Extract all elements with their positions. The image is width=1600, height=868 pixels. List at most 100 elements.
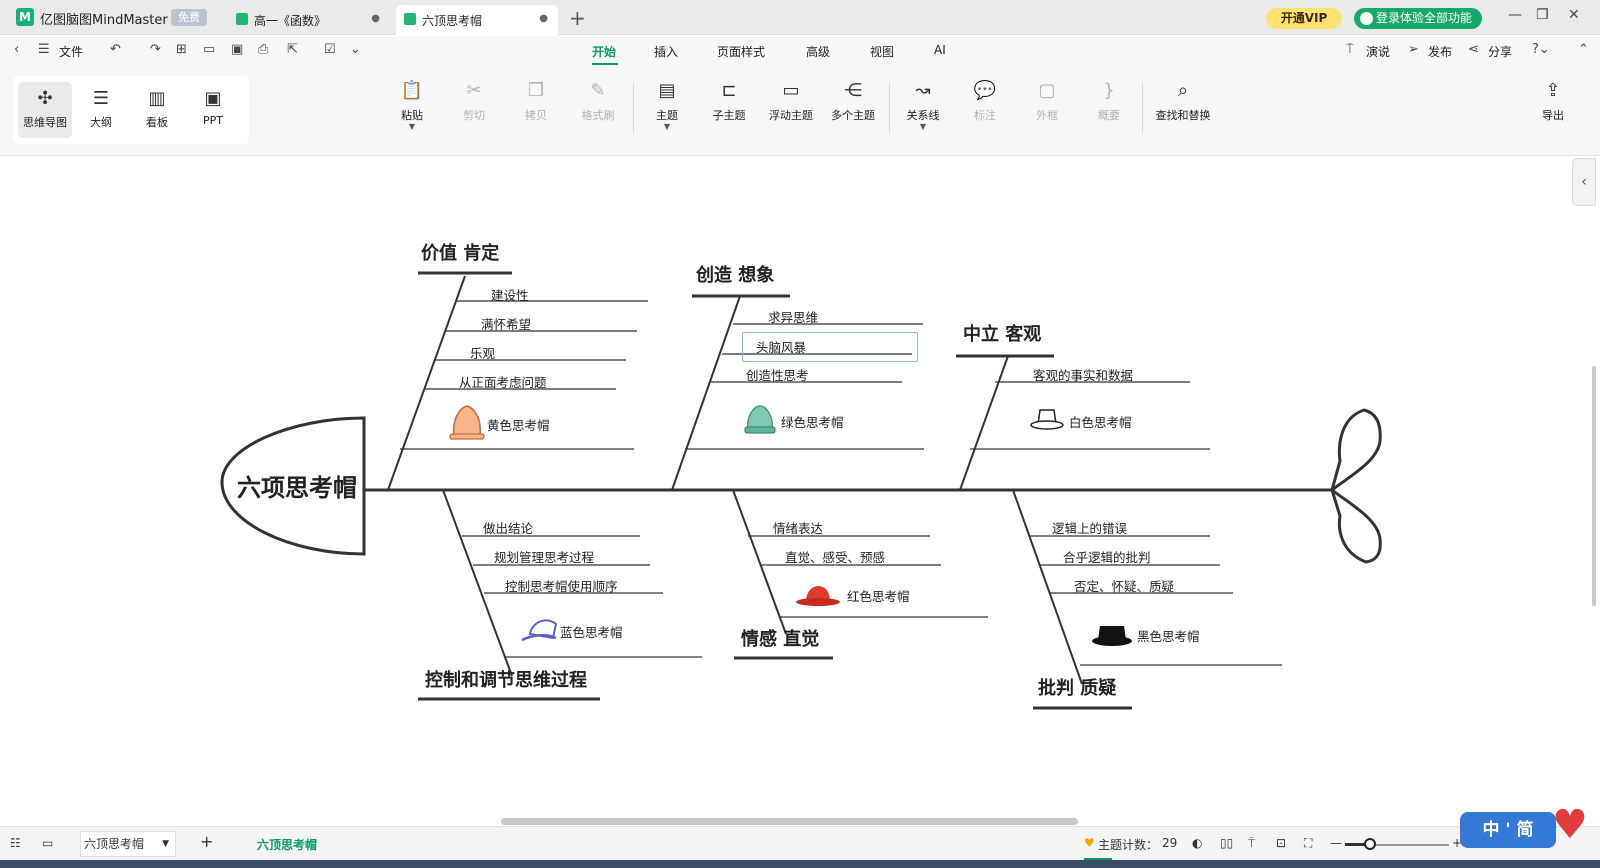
multiple-topics-button[interactable]: ⋲ 多个主题: [821, 80, 885, 123]
new-tab-button[interactable]: +: [569, 6, 586, 30]
hat-label-green[interactable]: 绿色思考帽: [781, 412, 844, 431]
hat-label-black[interactable]: 黑色思考帽: [1137, 626, 1200, 645]
branch-title-blue[interactable]: 控制和调节思维过程: [425, 666, 587, 692]
topic-item[interactable]: 逻辑上的错误: [1052, 518, 1127, 537]
tab-page-style[interactable]: 页面样式: [717, 43, 765, 60]
login-button[interactable]: 登录体验全部功能: [1354, 8, 1482, 29]
tab-six-hats[interactable]: 六顶思考帽 ●: [396, 5, 558, 35]
hat-label-yellow[interactable]: 黄色思考帽: [487, 415, 550, 434]
topic-item[interactable]: 满怀希望: [481, 314, 531, 333]
topic-item[interactable]: 控制思考帽使用顺序: [505, 576, 618, 595]
relationship-button[interactable]: ↝ 关系线 ▼: [891, 80, 955, 131]
fit-icon[interactable]: ⊡: [1276, 836, 1286, 850]
file-menu[interactable]: 文件: [59, 43, 83, 60]
outline-panel-icon[interactable]: ☷: [10, 836, 21, 850]
more-icon[interactable]: ⌄: [350, 42, 361, 57]
publish-icon[interactable]: ➢: [1408, 42, 1419, 57]
publish-button[interactable]: 发布: [1428, 43, 1452, 60]
unsaved-dot-icon[interactable]: ●: [539, 13, 548, 24]
export-button[interactable]: ⇪ 导出: [1527, 80, 1579, 123]
collapse-ribbon-icon[interactable]: ⌃: [1578, 42, 1589, 57]
topic-item[interactable]: 情绪表达: [773, 518, 823, 537]
vip-button[interactable]: 开通VIP: [1266, 8, 1342, 29]
minimize-button[interactable]: —: [1508, 7, 1522, 23]
vertical-scrollbar[interactable]: [1592, 366, 1596, 606]
print-icon[interactable]: ⎙: [258, 42, 268, 57]
topic-button[interactable]: ▤ 主题 ▼: [635, 80, 699, 131]
export-icon[interactable]: ⇱: [287, 42, 298, 57]
topic-item-selected[interactable]: 头脑风暴: [756, 337, 806, 356]
ime-indicator[interactable]: 中 ' 简: [1460, 812, 1556, 848]
zoom-out-button[interactable]: —: [1330, 836, 1342, 850]
unsaved-dot-icon[interactable]: ●: [371, 13, 380, 24]
boundary-button[interactable]: ▢ 外框: [1015, 80, 1079, 123]
copy-button[interactable]: ❐ 拷贝: [504, 80, 568, 123]
dropdown-arrow-icon[interactable]: ▼: [380, 123, 444, 131]
sheet-selector[interactable]: 六顶思考帽 ▼: [80, 831, 176, 857]
callout-button[interactable]: 💬 标注: [953, 80, 1017, 123]
branch-title-yellow[interactable]: 价值 肯定: [421, 239, 499, 265]
book-icon[interactable]: ▯▯: [1220, 836, 1233, 850]
tab-advanced[interactable]: 高级: [806, 43, 830, 60]
menu-icon[interactable]: ☰: [38, 42, 50, 57]
hat-label-white[interactable]: 白色思考帽: [1069, 412, 1132, 431]
tab-ai[interactable]: AI: [934, 43, 946, 57]
tab-start[interactable]: 开始: [592, 43, 616, 60]
fullscreen-icon[interactable]: ⛶: [1304, 836, 1312, 851]
branch-title-white[interactable]: 中立 客观: [963, 320, 1041, 346]
active-sheet-tab[interactable]: 六顶思考帽: [257, 836, 317, 853]
view-kanban[interactable]: ▥ 看板: [130, 82, 184, 138]
add-sheet-button[interactable]: +: [200, 832, 213, 851]
help-icon[interactable]: ?⌄: [1532, 42, 1550, 57]
share-icon[interactable]: ⋖: [1468, 42, 1479, 57]
topic-item[interactable]: 直觉、感受、预感: [785, 547, 885, 566]
dropdown-arrow-icon[interactable]: ▼: [635, 123, 699, 131]
restore-button[interactable]: ❐: [1536, 7, 1549, 23]
share-button[interactable]: 分享: [1488, 43, 1512, 60]
mindmap-canvas[interactable]: 六项思考帽 价值 肯定 建设性 满怀希望 乐观 从正面考虑问题 黄色思考帽 创造…: [0, 156, 1600, 826]
branch-title-green[interactable]: 创造 想象: [696, 261, 774, 287]
back-icon[interactable]: ‹: [14, 42, 19, 57]
open-folder-icon[interactable]: ▭: [203, 42, 215, 57]
zoom-slider-handle[interactable]: [1364, 838, 1376, 850]
new-icon[interactable]: ⊞: [176, 42, 187, 57]
topic-item[interactable]: 创造性思考: [746, 365, 809, 384]
topic-item[interactable]: 乐观: [470, 343, 495, 362]
topic-item[interactable]: 否定、怀疑、质疑: [1074, 576, 1174, 595]
horizontal-scrollbar[interactable]: [501, 818, 1078, 825]
tab-functions[interactable]: 高一《函数》 ●: [228, 5, 390, 35]
checklist-icon[interactable]: ☑: [324, 42, 336, 57]
tab-view[interactable]: 视图: [870, 43, 894, 60]
chevron-down-icon[interactable]: ▼: [162, 832, 169, 856]
redo-icon[interactable]: ↷: [150, 42, 161, 57]
topic-item[interactable]: 客观的事实和数据: [1033, 365, 1133, 384]
view-mindmap[interactable]: ✣ 思维导图: [18, 82, 72, 138]
undo-icon[interactable]: ↶: [110, 42, 121, 57]
view-outline[interactable]: ☰ 大纲: [74, 82, 128, 138]
topic-item[interactable]: 从正面考虑问题: [459, 372, 547, 391]
topic-item[interactable]: 合乎逻辑的批判: [1063, 547, 1151, 566]
close-button[interactable]: ✕: [1568, 7, 1580, 23]
present-icon[interactable]: ⍑: [1346, 42, 1354, 57]
view-ppt[interactable]: ▣ PPT: [186, 82, 240, 138]
present-button[interactable]: 演说: [1366, 43, 1390, 60]
dropdown-arrow-icon[interactable]: ▼: [891, 123, 955, 131]
page-view-icon[interactable]: ▭: [42, 836, 53, 850]
side-panel-toggle[interactable]: ‹: [1572, 158, 1596, 206]
branch-title-red[interactable]: 情感 直觉: [741, 625, 819, 651]
format-painter-button[interactable]: ✎ 格式刷: [566, 80, 630, 123]
branch-title-black[interactable]: 批判 质疑: [1038, 674, 1116, 700]
topic-item[interactable]: 求异思维: [768, 307, 818, 326]
central-topic[interactable]: 六项思考帽: [237, 468, 357, 503]
topic-item[interactable]: 规划管理思考过程: [494, 547, 594, 566]
subtopic-button[interactable]: ⊏ 子主题: [697, 80, 761, 123]
topic-item[interactable]: 做出结论: [483, 518, 533, 537]
tab-insert[interactable]: 插入: [654, 43, 678, 60]
save-icon[interactable]: ▣: [231, 42, 243, 57]
find-replace-button[interactable]: ⌕ 查找和替换: [1150, 80, 1216, 123]
hat-label-blue[interactable]: 蓝色思考帽: [560, 622, 623, 641]
hat-label-red[interactable]: 红色思考帽: [847, 586, 910, 605]
paste-button[interactable]: 📋 粘贴 ▼: [380, 80, 444, 131]
summary-button[interactable]: } 概要: [1077, 80, 1141, 123]
present-icon[interactable]: ⍑: [1248, 836, 1255, 851]
